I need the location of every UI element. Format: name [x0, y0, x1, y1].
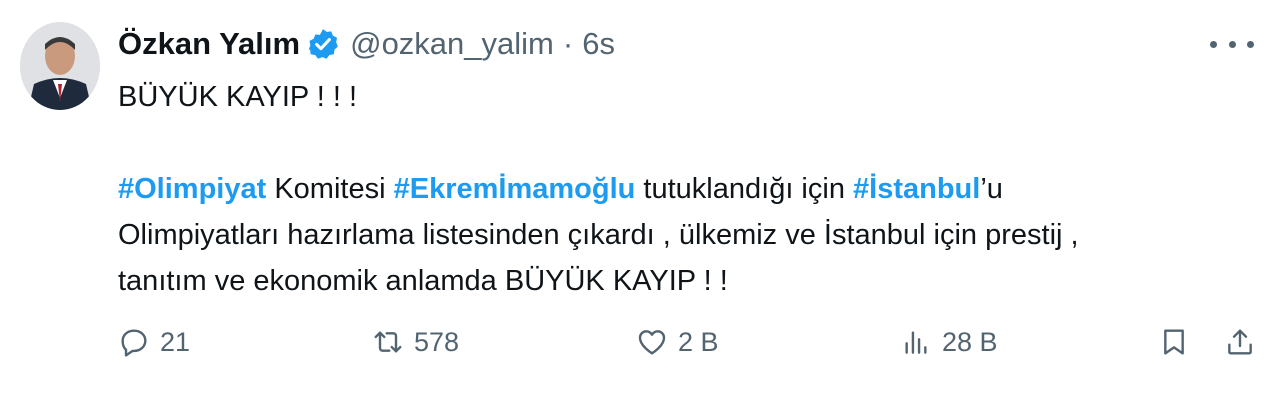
tweet-text-span: ’u: [980, 173, 1003, 205]
reply-count: 21: [160, 326, 191, 357]
hashtag-link[interactable]: #Olimpiyat: [118, 173, 266, 205]
more-dot: [1228, 40, 1236, 48]
avatar[interactable]: [20, 22, 100, 110]
more-dot: [1210, 40, 1217, 48]
reply-icon: [121, 329, 147, 357]
retweet-count: 578: [414, 326, 460, 357]
retweet-button[interactable]: 578: [372, 318, 459, 366]
tweet-header: Özkan Yalım @ozkan_yalim · 6s: [118, 24, 615, 64]
views-count: 28 B: [942, 326, 998, 357]
bookmark-icon: [1164, 329, 1184, 355]
avatar-photo: [20, 22, 100, 110]
tweet: Özkan Yalım @ozkan_yalim · 6s BÜYÜK KAYI…: [0, 0, 1280, 404]
retweet-icon: [374, 331, 402, 353]
more-options-icon[interactable]: [1210, 30, 1254, 58]
hashtag-link[interactable]: #İstanbul: [853, 173, 980, 205]
author-name[interactable]: Özkan Yalım: [118, 26, 300, 62]
tweet-line-3: Olimpiyatları hazırlama listesinden çıka…: [118, 219, 1079, 251]
tweet-line-1: BÜYÜK KAYIP ! ! !: [118, 81, 358, 113]
tweet-timestamp[interactable]: 6s: [582, 26, 615, 62]
share-button[interactable]: [1224, 318, 1256, 366]
tweet-text-span: tutuklandığı için: [635, 173, 854, 205]
hashtag-link[interactable]: #Ekremİmamoğlu: [394, 173, 636, 205]
tweet-actions: 21 578 2 B 28 B: [0, 318, 1280, 366]
bookmark-button[interactable]: [1158, 318, 1190, 366]
more-dot: [1247, 40, 1254, 48]
verified-badge-icon: [308, 29, 338, 59]
tweet-text: BÜYÜK KAYIP ! ! ! #Olimpiyat Komitesi #E…: [118, 74, 1238, 304]
like-button[interactable]: 2 B: [636, 318, 719, 366]
analytics-icon: [905, 331, 927, 354]
tweet-text-span: Komitesi: [266, 173, 394, 205]
tweet-line-4: tanıtım ve ekonomik anlamda BÜYÜK KAYIP …: [118, 265, 728, 297]
separator-dot: ·: [562, 26, 574, 61]
views-button[interactable]: 28 B: [900, 318, 998, 366]
author-handle[interactable]: @ozkan_yalim: [350, 26, 554, 62]
reply-button[interactable]: 21: [118, 318, 190, 366]
heart-icon: [638, 330, 666, 355]
tweet-line-2: #Olimpiyat Komitesi #Ekremİmamoğlu tutuk…: [118, 166, 1238, 212]
share-icon: [1228, 329, 1252, 355]
like-count: 2 B: [678, 326, 719, 357]
